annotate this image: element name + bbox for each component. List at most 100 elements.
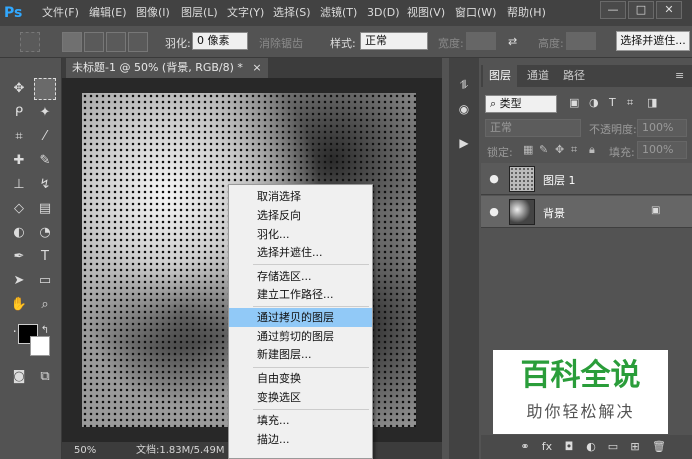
- actions-play-icon[interactable]: ▶: [453, 132, 475, 154]
- ctx-select-and-mask[interactable]: 选择并遮住...: [229, 243, 372, 262]
- history-panel-icon[interactable]: ⥮: [453, 74, 475, 96]
- blend-mode-select[interactable]: 正常: [485, 119, 581, 137]
- menu-type[interactable]: 文字(Y): [227, 0, 264, 26]
- filter-smart-object-icon[interactable]: ◨: [647, 96, 657, 109]
- layer-style-fx-icon[interactable]: fx: [539, 439, 555, 455]
- tab-channels[interactable]: 通道: [521, 65, 555, 87]
- move-tool-icon[interactable]: ✥: [8, 78, 30, 100]
- width-input[interactable]: [466, 32, 496, 50]
- layer-filter-select[interactable]: ⌕ 类型: [485, 95, 557, 113]
- layer-name: 图层 1: [543, 174, 576, 187]
- healing-brush-icon[interactable]: ✚: [8, 150, 30, 172]
- new-selection-icon[interactable]: [62, 32, 82, 52]
- add-mask-icon[interactable]: ◘: [561, 439, 577, 455]
- ctx-layer-via-cut[interactable]: 通过剪切的图层: [229, 327, 372, 346]
- menu-image[interactable]: 图像(I): [136, 0, 170, 26]
- ctx-select-inverse[interactable]: 选择反向: [229, 206, 372, 225]
- magic-wand-icon[interactable]: ✦: [34, 102, 56, 124]
- ctx-save-selection[interactable]: 存储选区...: [229, 267, 372, 286]
- ctx-free-transform[interactable]: 自由变换: [229, 369, 372, 388]
- blur-tool-icon[interactable]: ◐: [8, 222, 30, 244]
- brush-tool-icon[interactable]: ✎: [34, 150, 56, 172]
- zoom-tool-icon[interactable]: ⌕: [34, 294, 56, 316]
- menu-select[interactable]: 选择(S): [273, 0, 311, 26]
- ctx-layer-via-copy[interactable]: 通过拷贝的图层: [229, 308, 372, 327]
- ctx-make-work-path[interactable]: 建立工作路径...: [229, 285, 372, 304]
- ctx-fill[interactable]: 填充...: [229, 411, 372, 430]
- eyedropper-icon[interactable]: ⁄: [34, 126, 56, 148]
- marquee-tool-icon[interactable]: [34, 78, 56, 100]
- lock-position-icon[interactable]: ✥: [555, 143, 564, 156]
- dodge-tool-icon[interactable]: ◔: [34, 222, 56, 244]
- ctx-separator: [253, 264, 369, 265]
- quick-mask-icon[interactable]: ◙: [8, 366, 30, 388]
- menu-3d[interactable]: 3D(D): [367, 0, 400, 26]
- tab-paths[interactable]: 路径: [557, 65, 591, 87]
- new-group-icon[interactable]: ▭: [605, 439, 621, 455]
- lock-transparent-icon[interactable]: ▦: [523, 143, 533, 156]
- photoshop-logo: Ps: [4, 5, 23, 21]
- visibility-eye-icon[interactable]: ●: [487, 205, 501, 219]
- ctx-stroke[interactable]: 描边...: [229, 430, 372, 449]
- layer-row[interactable]: ● 图层 1: [481, 163, 692, 195]
- swap-icon[interactable]: ⇄: [508, 35, 517, 48]
- menu-window[interactable]: 窗口(W): [455, 0, 496, 26]
- document-tab[interactable]: 未标题-1 @ 50% (背景, RGB/8) * ×: [66, 58, 268, 78]
- select-and-mask-button[interactable]: 选择并遮住...: [616, 31, 690, 51]
- menu-file[interactable]: 文件(F): [42, 0, 79, 26]
- zoom-level[interactable]: 50%: [74, 443, 96, 458]
- close-tab-icon[interactable]: ×: [252, 61, 261, 74]
- menu-layer[interactable]: 图层(L): [181, 0, 218, 26]
- ctx-transform-selection[interactable]: 变换选区: [229, 388, 372, 407]
- eraser-icon[interactable]: ◇: [8, 198, 30, 220]
- gradient-tool-icon[interactable]: ▤: [34, 198, 56, 220]
- opacity-input[interactable]: 100%: [637, 119, 687, 137]
- hand-tool-icon[interactable]: ✋: [8, 294, 30, 316]
- menu-filter[interactable]: 滤镜(T): [320, 0, 357, 26]
- ctx-deselect[interactable]: 取消选择: [229, 187, 372, 206]
- antialias-checkbox-label[interactable]: 消除锯齿: [259, 35, 303, 51]
- menu-view[interactable]: 视图(V): [407, 0, 445, 26]
- filter-type-icon[interactable]: T: [609, 96, 616, 109]
- new-layer-icon[interactable]: ⊞: [627, 439, 643, 455]
- pen-tool-icon[interactable]: ✒: [8, 246, 30, 268]
- height-input[interactable]: [566, 32, 596, 50]
- marquee-preset-icon[interactable]: [20, 32, 40, 52]
- lasso-tool-icon[interactable]: ᑭ: [8, 102, 30, 124]
- menu-edit[interactable]: 编辑(E): [89, 0, 127, 26]
- visibility-eye-icon[interactable]: ●: [487, 172, 501, 186]
- path-selection-icon[interactable]: ➤: [8, 270, 30, 292]
- screen-mode-icon[interactable]: ⧉: [34, 366, 56, 388]
- history-brush-icon[interactable]: ↯: [34, 174, 56, 196]
- minimize-button[interactable]: —: [600, 1, 626, 19]
- menu-help[interactable]: 帮助(H): [507, 0, 546, 26]
- style-select[interactable]: 正常: [360, 32, 428, 50]
- subtract-selection-icon[interactable]: [106, 32, 126, 52]
- properties-panel-icon[interactable]: ◉: [453, 98, 475, 120]
- swap-colors-icon[interactable]: ↰: [34, 320, 56, 342]
- crop-tool-icon[interactable]: ⌗: [8, 126, 30, 148]
- filter-pixel-icon[interactable]: ▣: [569, 96, 579, 109]
- delete-layer-icon[interactable]: 🗑︎: [651, 439, 667, 455]
- adjustment-layer-icon[interactable]: ◐: [583, 439, 599, 455]
- lock-all-icon[interactable]: 🔒︎: [589, 143, 595, 157]
- feather-input[interactable]: 0 像素: [192, 32, 248, 50]
- type-tool-icon[interactable]: T: [34, 246, 56, 268]
- tab-layers[interactable]: 图层: [483, 65, 517, 87]
- ctx-feather[interactable]: 羽化...: [229, 225, 372, 244]
- add-selection-icon[interactable]: [84, 32, 104, 52]
- panel-menu-icon[interactable]: ≡: [669, 65, 690, 87]
- clone-stamp-icon[interactable]: ⊥: [8, 174, 30, 196]
- filter-adjustment-icon[interactable]: ◑: [589, 96, 599, 109]
- link-layers-icon[interactable]: ⚭: [517, 439, 533, 455]
- rectangle-tool-icon[interactable]: ▭: [34, 270, 56, 292]
- close-window-button[interactable]: ✕: [656, 1, 682, 19]
- restore-button[interactable]: □: [628, 1, 654, 19]
- layer-row[interactable]: ● 背景 ▣: [481, 196, 692, 228]
- fill-input[interactable]: 100%: [637, 141, 687, 159]
- lock-image-icon[interactable]: ✎: [539, 143, 548, 156]
- ctx-new-layer[interactable]: 新建图层...: [229, 345, 372, 364]
- lock-artboard-icon[interactable]: ⌗: [571, 143, 577, 157]
- filter-shape-icon[interactable]: ⌗: [627, 96, 633, 110]
- intersect-selection-icon[interactable]: [128, 32, 148, 52]
